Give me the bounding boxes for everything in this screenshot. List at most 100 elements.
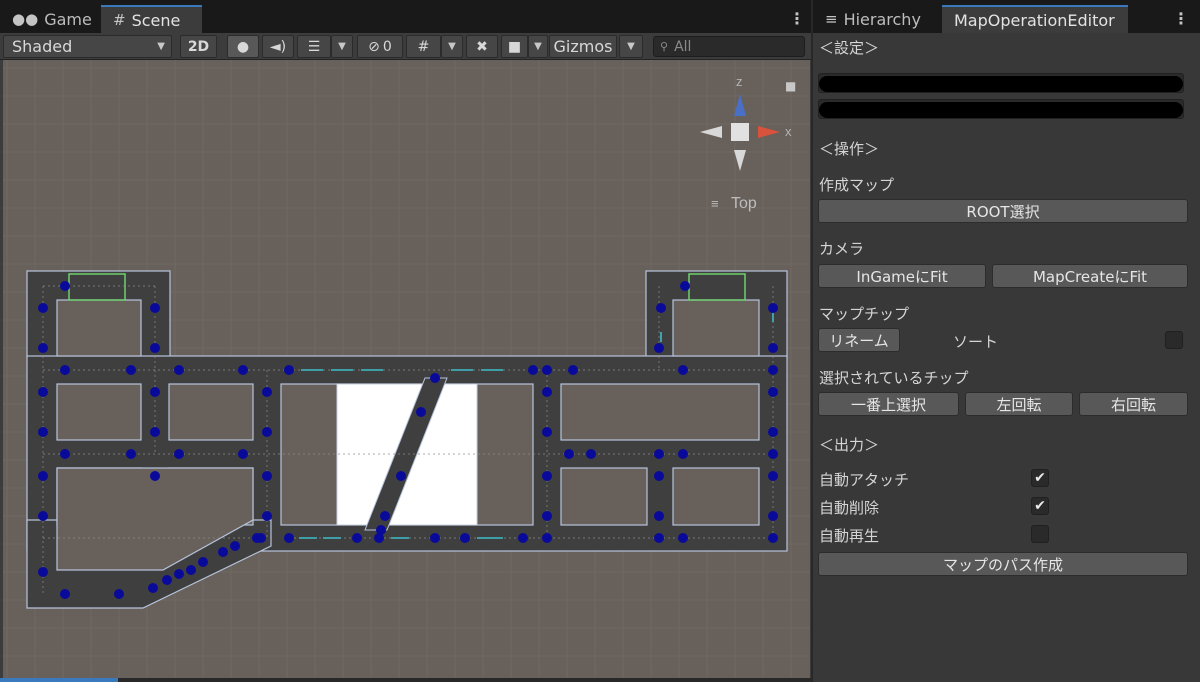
rename-button[interactable]: リネーム (818, 328, 900, 352)
waypoint[interactable] (518, 533, 528, 543)
effects-toggle[interactable]: ☰ (297, 35, 331, 58)
scene-viewport[interactable]: z x ■ ≡ Top (3, 60, 810, 678)
waypoint[interactable] (586, 449, 596, 459)
waypoint[interactable] (198, 557, 208, 567)
waypoint[interactable] (352, 533, 362, 543)
camera-toggle[interactable]: ■ (501, 35, 528, 58)
waypoint[interactable] (60, 281, 70, 291)
tab-game[interactable]: ●● Game (0, 5, 101, 33)
waypoint[interactable] (126, 449, 136, 459)
waypoint[interactable] (768, 427, 778, 437)
waypoint[interactable] (768, 471, 778, 481)
grid-dropdown[interactable]: ▼ (441, 35, 463, 58)
waypoint[interactable] (262, 471, 272, 481)
waypoint[interactable] (542, 427, 552, 437)
gizmo-neg-x-axis[interactable] (700, 126, 722, 138)
waypoint[interactable] (654, 471, 664, 481)
waypoint[interactable] (430, 533, 440, 543)
waypoint[interactable] (238, 449, 248, 459)
rotate-right-button[interactable]: 右回転 (1079, 392, 1188, 416)
scene-search[interactable]: ⚲ All (653, 36, 805, 57)
tab-hierarchy[interactable]: ≡ Hierarchy (813, 5, 941, 33)
more-options-icon[interactable]: ⋮ (1173, 9, 1189, 28)
select-top-button[interactable]: 一番上選択 (818, 392, 959, 416)
view-label[interactable]: Top (731, 195, 757, 212)
gizmos-toggle[interactable]: Gizmos (549, 35, 617, 58)
waypoint[interactable] (150, 303, 160, 313)
mapcreate-fit-button[interactable]: MapCreateにFit (992, 264, 1188, 288)
tab-map-operation-editor[interactable]: MapOperationEditor (942, 5, 1128, 33)
waypoint[interactable] (768, 365, 778, 375)
waypoint[interactable] (678, 365, 688, 375)
waypoint[interactable] (38, 427, 48, 437)
sort-checkbox[interactable] (1165, 331, 1183, 349)
auto-play-checkbox[interactable] (1031, 525, 1049, 543)
waypoint[interactable] (678, 533, 688, 543)
waypoint[interactable] (114, 589, 124, 599)
waypoint[interactable] (162, 575, 172, 585)
waypoint[interactable] (416, 407, 426, 417)
lighting-toggle[interactable]: ● (227, 35, 259, 58)
waypoint[interactable] (148, 583, 158, 593)
waypoint[interactable] (38, 303, 48, 313)
waypoint[interactable] (542, 511, 552, 521)
waypoint[interactable] (150, 471, 160, 481)
waypoint[interactable] (38, 567, 48, 577)
shading-mode-dropdown[interactable]: Shaded ▼ (3, 35, 172, 58)
orientation-gizmo[interactable]: z x ■ ≡ Top (700, 74, 796, 212)
gizmo-x-axis[interactable] (758, 126, 780, 138)
more-options-icon[interactable]: ⋮ (789, 9, 805, 28)
waypoint[interactable] (768, 303, 778, 313)
waypoint[interactable] (60, 449, 70, 459)
waypoint[interactable] (284, 365, 294, 375)
waypoint[interactable] (186, 565, 196, 575)
waypoint[interactable] (374, 533, 384, 543)
tab-scene[interactable]: # Scene (101, 5, 202, 33)
ingame-fit-button[interactable]: InGameにFit (818, 264, 986, 288)
waypoint[interactable] (150, 427, 160, 437)
waypoint[interactable] (256, 533, 266, 543)
waypoint[interactable] (542, 471, 552, 481)
gizmo-neg-z-axis[interactable] (734, 150, 746, 171)
waypoint[interactable] (654, 511, 664, 521)
waypoint[interactable] (768, 449, 778, 459)
waypoint[interactable] (218, 547, 228, 557)
waypoint[interactable] (60, 365, 70, 375)
mode-2d-toggle[interactable]: 2D (180, 35, 217, 58)
waypoint[interactable] (542, 365, 552, 375)
scene-view-svg[interactable]: z x ■ ≡ Top (3, 60, 810, 678)
waypoint[interactable] (654, 449, 664, 459)
waypoint[interactable] (564, 449, 574, 459)
waypoint[interactable] (262, 511, 272, 521)
lock-icon[interactable]: ■ (785, 79, 796, 93)
waypoint[interactable] (542, 387, 552, 397)
camera-dropdown[interactable]: ▼ (528, 35, 548, 58)
waypoint[interactable] (38, 387, 48, 397)
waypoint[interactable] (768, 511, 778, 521)
waypoint[interactable] (680, 281, 690, 291)
waypoint[interactable] (284, 533, 294, 543)
waypoint[interactable] (654, 343, 664, 353)
waypoint[interactable] (542, 533, 552, 543)
waypoint[interactable] (150, 343, 160, 353)
waypoint[interactable] (174, 569, 184, 579)
waypoint[interactable] (174, 365, 184, 375)
waypoint[interactable] (262, 387, 272, 397)
auto-attach-checkbox[interactable]: ✔ (1031, 469, 1049, 487)
waypoint[interactable] (528, 365, 538, 375)
create-map-path-button[interactable]: マップのパス作成 (818, 552, 1188, 576)
audio-toggle[interactable]: ◄) (262, 35, 294, 58)
scene-visibility-toggle[interactable]: ⊘ 0 (357, 35, 403, 58)
waypoint[interactable] (396, 471, 406, 481)
root-select-button[interactable]: ROOT選択 (818, 199, 1188, 223)
waypoint[interactable] (126, 365, 136, 375)
waypoint[interactable] (262, 427, 272, 437)
waypoint[interactable] (568, 365, 578, 375)
auto-delete-checkbox[interactable]: ✔ (1031, 497, 1049, 515)
waypoint[interactable] (150, 387, 160, 397)
waypoint[interactable] (460, 533, 470, 543)
waypoint[interactable] (656, 303, 666, 313)
grid-toggle[interactable]: # (406, 35, 441, 58)
gizmo-center[interactable] (731, 123, 749, 141)
waypoint[interactable] (768, 387, 778, 397)
